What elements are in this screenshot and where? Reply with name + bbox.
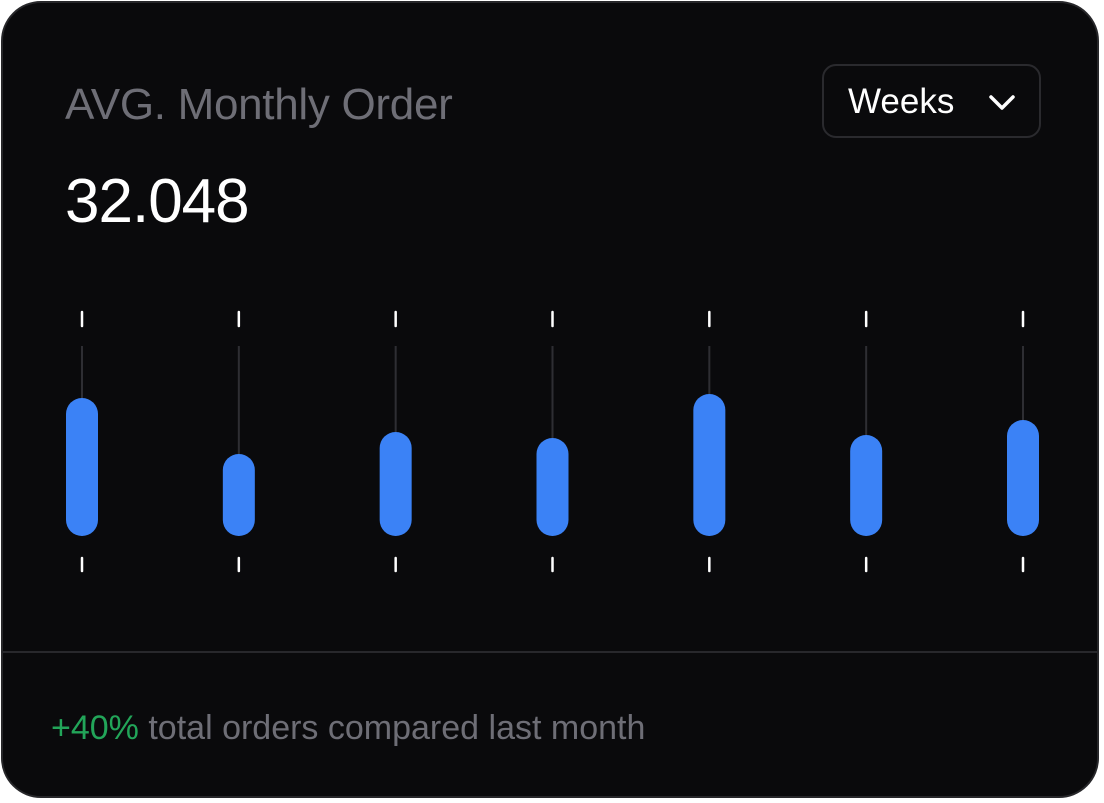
chart-bar[interactable]	[66, 398, 98, 536]
monthly-order-chart	[66, 310, 1039, 573]
avg-monthly-order-card: AVG. Monthly Order 32.048 Weeks +40% tot…	[1, 1, 1099, 798]
chart-bar[interactable]	[850, 435, 883, 536]
chart-bar[interactable]	[1007, 420, 1039, 536]
footer-description: total orders compared last month	[138, 709, 646, 747]
footer-summary: +40% total orders compared last month	[51, 707, 645, 749]
footer-divider	[3, 651, 1097, 653]
change-percentage: +40%	[51, 709, 139, 747]
chart-bar[interactable]	[222, 454, 255, 536]
chart-bar[interactable]	[536, 438, 569, 536]
chart-bar[interactable]	[693, 394, 726, 536]
chart-bar[interactable]	[379, 432, 412, 536]
